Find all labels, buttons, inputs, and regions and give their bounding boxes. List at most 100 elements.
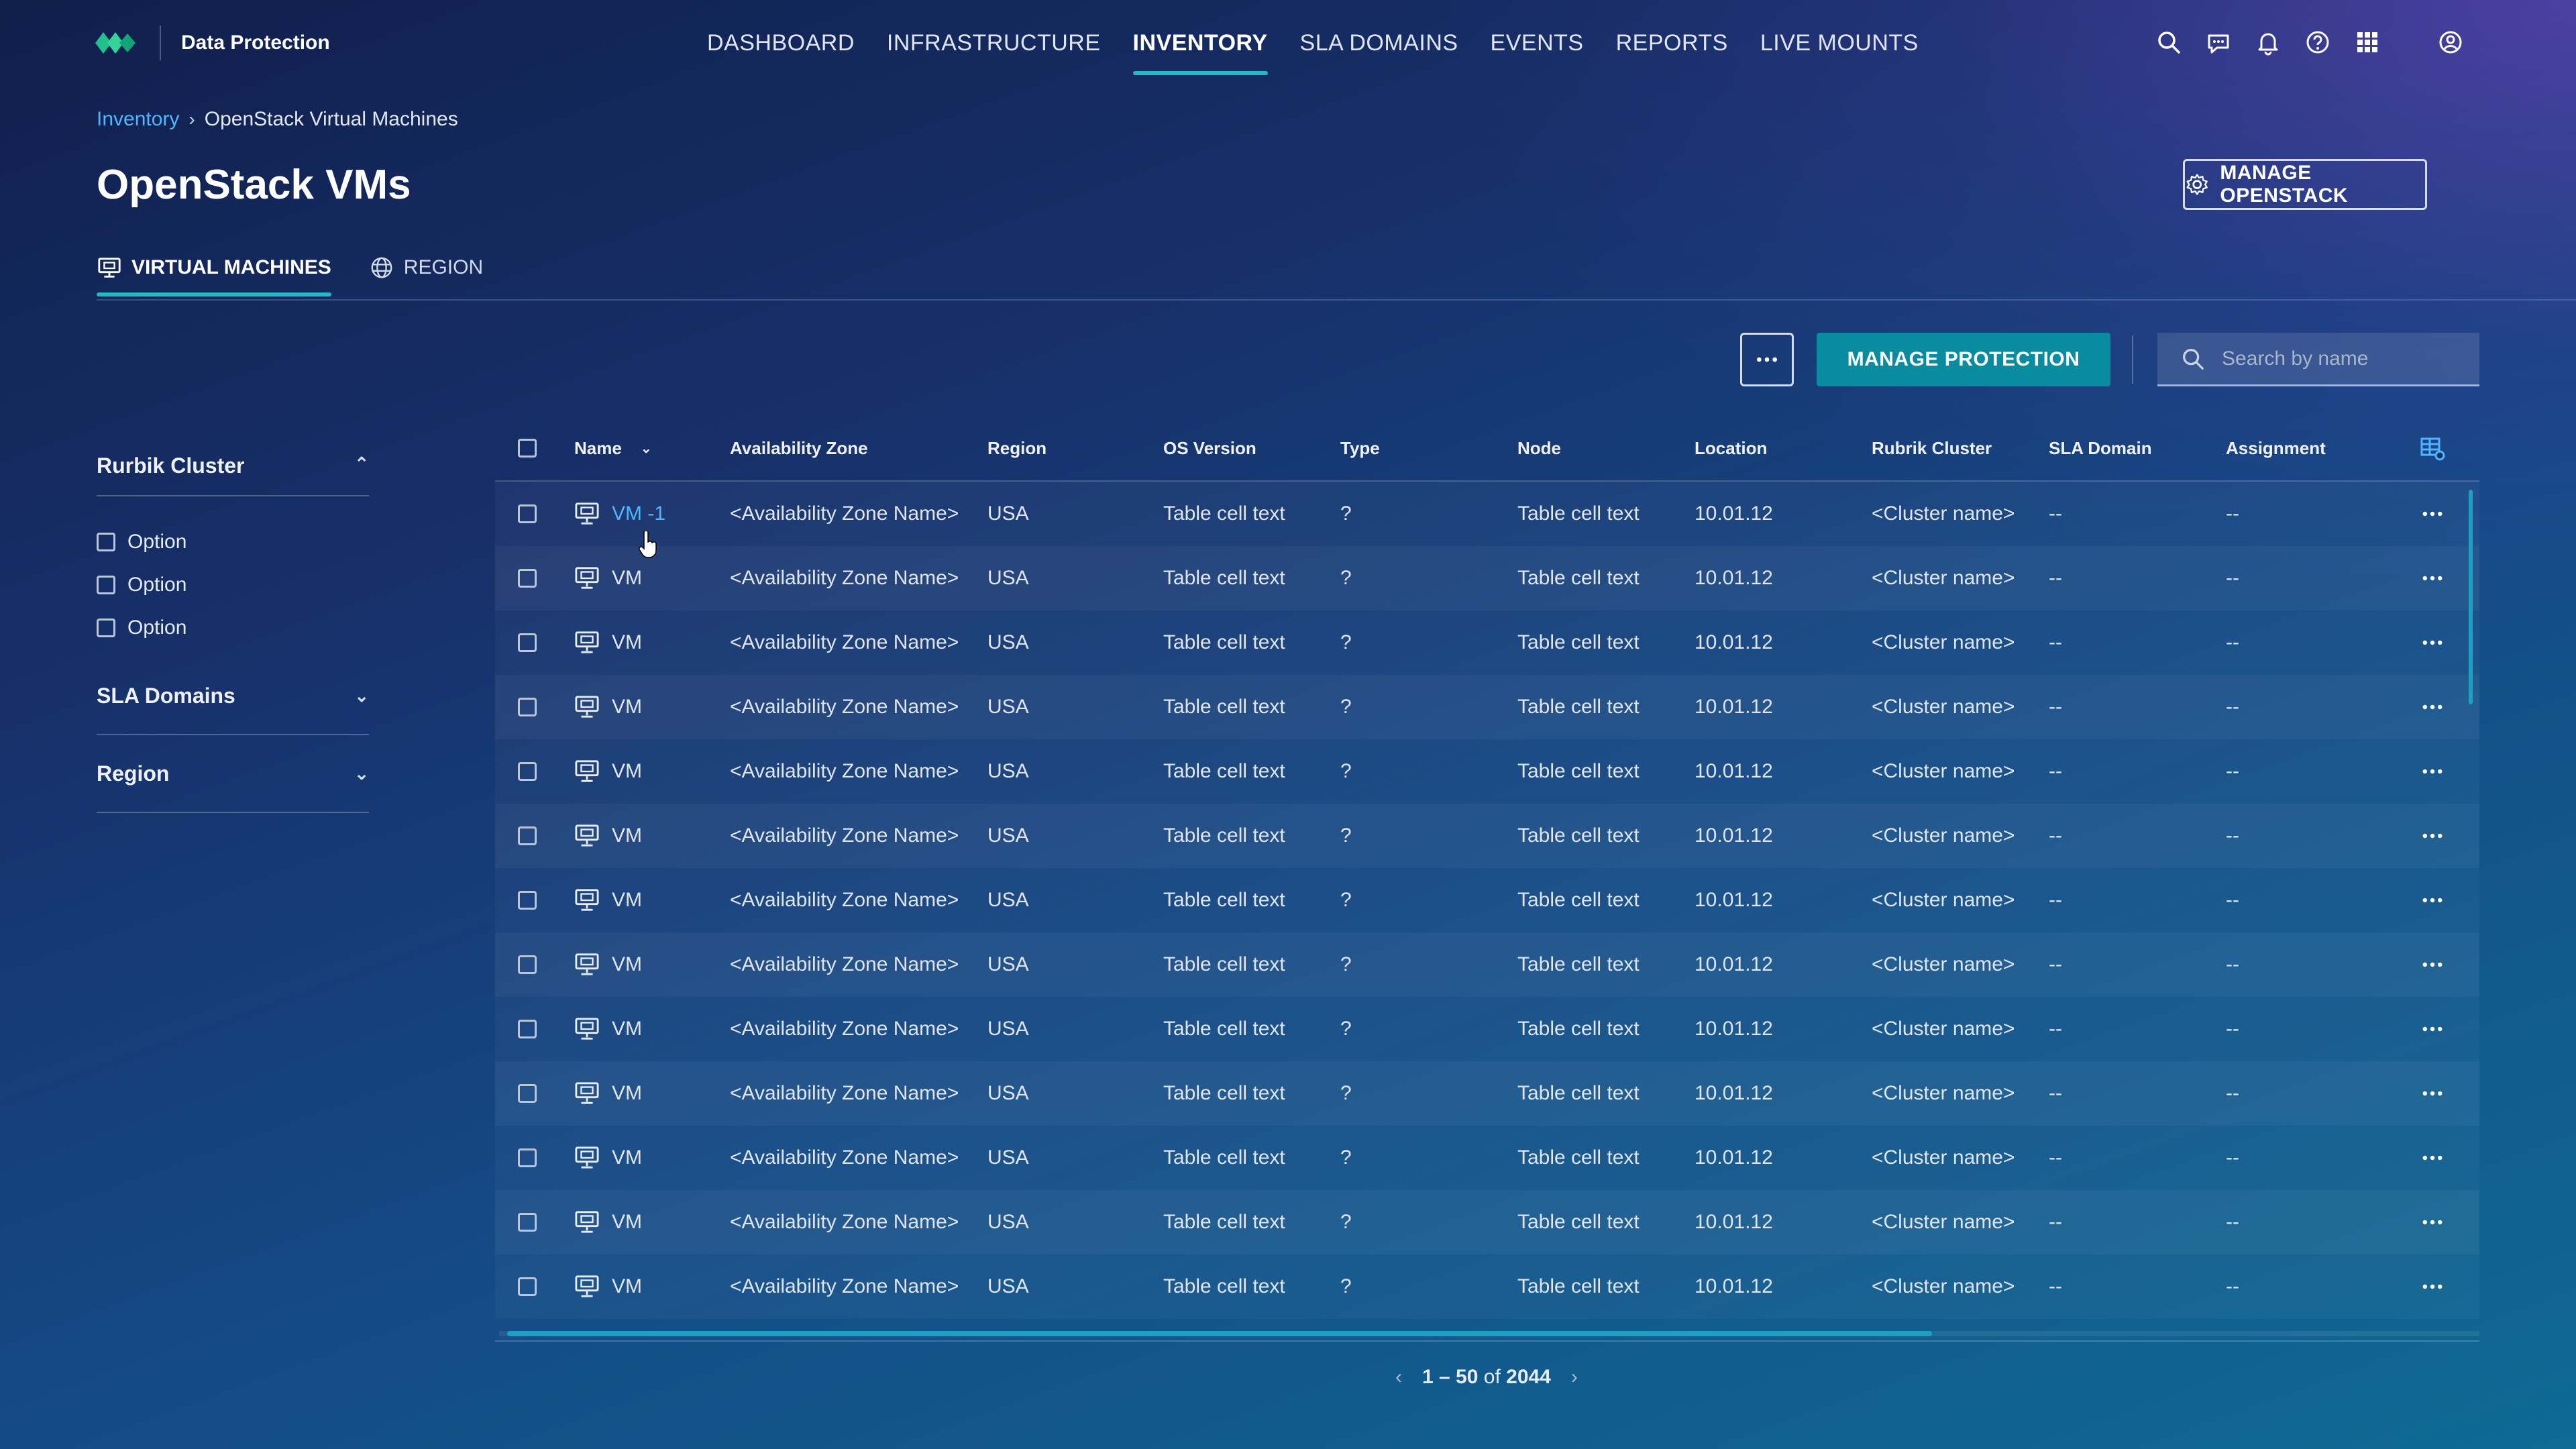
table-row[interactable]: VM <Availability Zone Name> USA Table cell … <box>495 1126 2479 1190</box>
row-actions-button[interactable] <box>2406 961 2459 968</box>
row-checkbox[interactable] <box>518 1277 537 1296</box>
nav-sla-domains[interactable]: SLA DOMAINS <box>1284 27 1474 78</box>
row-checkbox[interactable] <box>518 762 537 781</box>
vm-name-link[interactable]: VM <box>612 824 642 847</box>
nav-live-mounts[interactable]: LIVE MOUNTS <box>1744 27 1935 78</box>
nav-reports[interactable]: REPORTS <box>1600 27 1744 78</box>
vm-name-link[interactable]: VM <box>612 567 642 590</box>
manage-openstack-button[interactable]: MANAGE OPENSTACK <box>2183 159 2427 210</box>
row-actions-button[interactable] <box>2406 833 2459 839</box>
nav-dashboard[interactable]: DASHBOARD <box>691 27 871 78</box>
table-row[interactable]: VM <Availability Zone Name> USA Table cell … <box>495 546 2479 610</box>
vm-name-cell: VM <box>574 1081 730 1106</box>
nav-inventory[interactable]: INVENTORY <box>1117 27 1284 78</box>
vm-name-link[interactable]: VM <box>612 1018 642 1040</box>
filter-option[interactable]: Option <box>97 521 369 564</box>
vm-name-link[interactable]: VM <box>612 1275 642 1298</box>
vm-name-link[interactable]: VM <box>612 889 642 912</box>
column-header-os-version[interactable]: OS Version <box>1163 438 1340 459</box>
nav-events[interactable]: EVENTS <box>1474 27 1600 78</box>
previous-page-icon[interactable]: ‹ <box>1395 1366 1402 1389</box>
table-row[interactable]: VM <Availability Zone Name> USA Table cell … <box>495 610 2479 675</box>
row-checkbox[interactable] <box>518 891 537 910</box>
row-actions-button[interactable] <box>2406 768 2459 775</box>
table-row[interactable]: VM <Availability Zone Name> USA Table cell … <box>495 739 2479 804</box>
row-actions-button[interactable] <box>2406 1155 2459 1161</box>
row-actions-button[interactable] <box>2406 1219 2459 1226</box>
column-header-sla-domain[interactable]: SLA Domain <box>2049 438 2226 459</box>
row-actions-button[interactable] <box>2406 511 2459 517</box>
vm-name-link[interactable]: VM <box>612 1082 642 1105</box>
table-row[interactable]: VM <Availability Zone Name> USA Table cell … <box>495 868 2479 932</box>
apps-grid-icon[interactable] <box>2352 27 2383 58</box>
search-input[interactable] <box>2220 346 2465 371</box>
column-header-name[interactable]: Name ⌄ <box>574 438 730 459</box>
table-row[interactable]: VM <Availability Zone Name> USA Table cell … <box>495 932 2479 997</box>
table-row[interactable]: VM -1 <Availability Zone Name> USA Table ce… <box>495 482 2479 546</box>
region-cell: USA <box>987 1211 1029 1233</box>
select-all-checkbox[interactable] <box>518 439 537 458</box>
column-header-region[interactable]: Region <box>987 438 1163 459</box>
nav-infrastructure[interactable]: INFRASTRUCTURE <box>871 27 1117 78</box>
manage-protection-button[interactable]: MANAGE PROTECTION <box>1817 333 2110 386</box>
checkbox[interactable] <box>97 533 115 551</box>
vm-name-link[interactable]: VM <box>612 760 642 783</box>
checkbox[interactable] <box>97 576 115 594</box>
row-actions-button[interactable] <box>2406 639 2459 646</box>
column-header-assignment[interactable]: Assignment <box>2226 438 2406 459</box>
user-avatar-icon[interactable] <box>2435 27 2466 58</box>
breadcrumb-inventory-link[interactable]: Inventory <box>97 106 179 133</box>
filter-rubrik-cluster-header[interactable]: Rurbik Cluster ⌃ <box>97 429 369 496</box>
horizontal-scrollbar[interactable] <box>507 1331 1932 1336</box>
vm-name-link[interactable]: VM <box>612 1211 642 1234</box>
row-checkbox[interactable] <box>518 955 537 974</box>
column-settings-icon[interactable] <box>2406 435 2459 462</box>
next-page-icon[interactable]: › <box>1571 1366 1578 1389</box>
table-row[interactable]: VM <Availability Zone Name> USA Table cell … <box>495 1061 2479 1126</box>
table-row[interactable]: VM <Availability Zone Name> USA Table cell … <box>495 804 2479 868</box>
help-icon[interactable] <box>2302 27 2333 58</box>
row-actions-button[interactable] <box>2406 1283 2459 1290</box>
column-header-node[interactable]: Node <box>1517 438 1695 459</box>
checkbox[interactable] <box>97 619 115 637</box>
filter-region-header[interactable]: Region ⌄ <box>97 735 369 813</box>
row-checkbox[interactable] <box>518 504 537 523</box>
column-header-rubrik-cluster[interactable]: Rubrik Cluster <box>1872 438 2049 459</box>
row-checkbox[interactable] <box>518 569 537 588</box>
tab-region[interactable]: REGION <box>369 251 483 295</box>
vm-name-link[interactable]: VM <box>612 696 642 718</box>
row-actions-button[interactable] <box>2406 1026 2459 1032</box>
tab-virtual-machines[interactable]: VIRTUAL MACHINES <box>97 251 331 297</box>
app-logo[interactable] <box>94 30 137 56</box>
column-header-location[interactable]: Location <box>1695 438 1872 459</box>
row-checkbox[interactable] <box>518 826 537 845</box>
row-checkbox[interactable] <box>518 633 537 652</box>
row-checkbox[interactable] <box>518 698 537 716</box>
search-icon[interactable] <box>2153 27 2184 58</box>
row-checkbox[interactable] <box>518 1020 537 1038</box>
vm-name-link[interactable]: VM -1 <box>612 502 665 525</box>
table-row[interactable]: VM <Availability Zone Name> USA Table cell … <box>495 1254 2479 1319</box>
row-checkbox[interactable] <box>518 1084 537 1103</box>
filter-sla-domains-header[interactable]: SLA Domains ⌄ <box>97 657 369 735</box>
vertical-scrollbar[interactable] <box>2469 490 2473 704</box>
table-row[interactable]: VM <Availability Zone Name> USA Table cell … <box>495 1190 2479 1254</box>
vm-name-link[interactable]: VM <box>612 1146 642 1169</box>
column-header-type[interactable]: Type <box>1340 438 1517 459</box>
filter-option[interactable]: Option <box>97 606 369 649</box>
table-row[interactable]: VM <Availability Zone Name> USA Table cell … <box>495 675 2479 739</box>
filter-option[interactable]: Option <box>97 564 369 606</box>
chat-icon[interactable] <box>2203 27 2234 58</box>
column-header-availability-zone[interactable]: Availability Zone <box>730 438 987 459</box>
row-actions-button[interactable] <box>2406 704 2459 710</box>
row-checkbox[interactable] <box>518 1213 537 1232</box>
more-actions-button[interactable] <box>1740 333 1794 386</box>
row-checkbox[interactable] <box>518 1148 537 1167</box>
row-actions-button[interactable] <box>2406 1090 2459 1097</box>
vm-name-link[interactable]: VM <box>612 631 642 654</box>
bell-icon[interactable] <box>2253 27 2284 58</box>
row-actions-button[interactable] <box>2406 897 2459 904</box>
vm-name-link[interactable]: VM <box>612 953 642 976</box>
row-actions-button[interactable] <box>2406 575 2459 582</box>
table-row[interactable]: VM <Availability Zone Name> USA Table cell … <box>495 997 2479 1061</box>
